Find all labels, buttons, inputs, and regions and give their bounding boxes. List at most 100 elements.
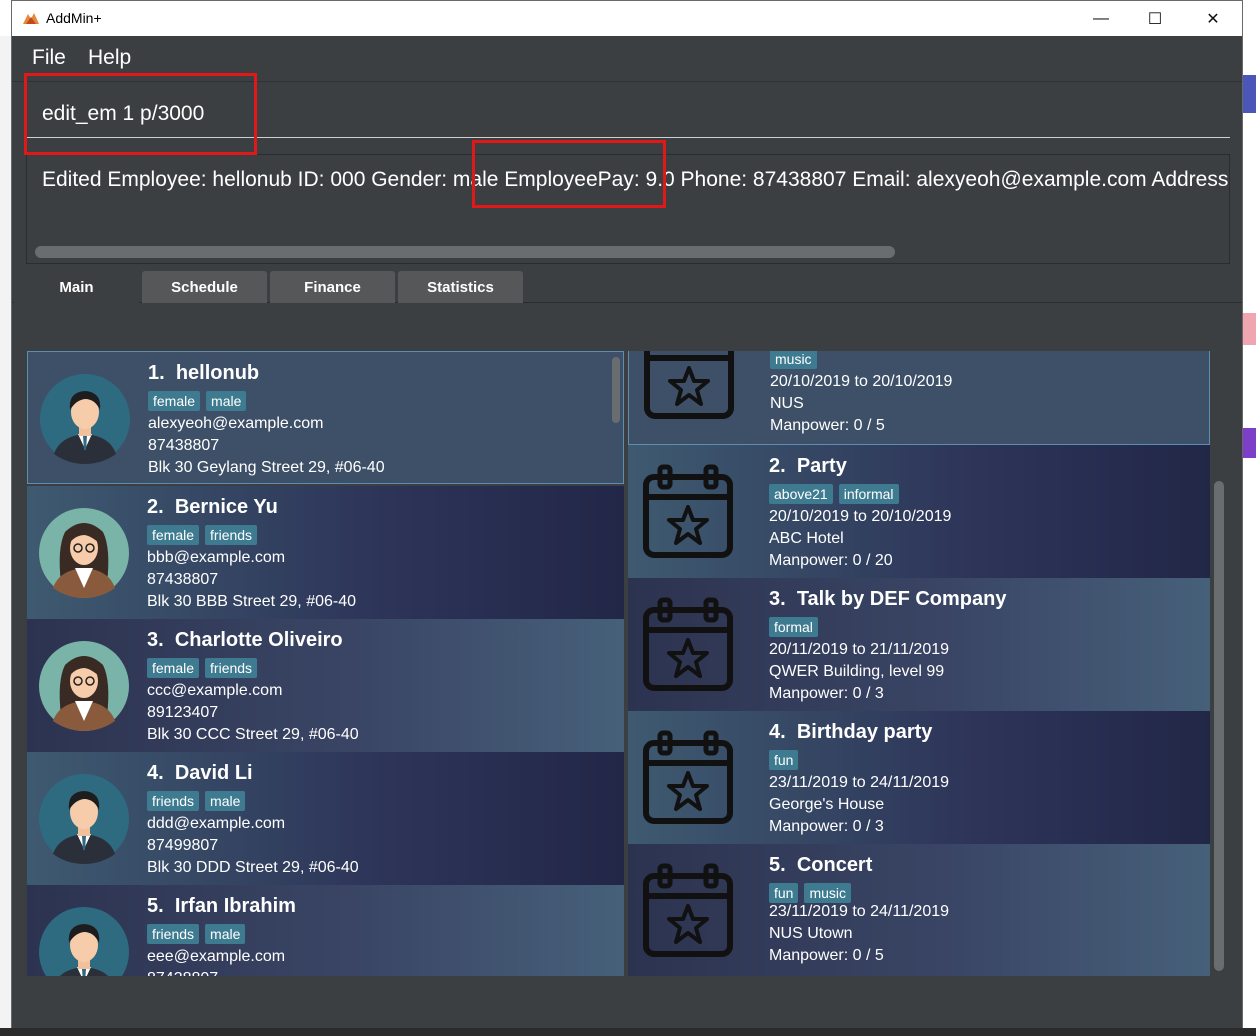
- event-venue: NUS Utown: [769, 925, 853, 942]
- tag: female: [148, 391, 201, 411]
- employee-card[interactable]: 1. hellonub female male alexyeoh@example…: [27, 351, 624, 484]
- highlight-box-employee-pay: [472, 140, 666, 208]
- event-card[interactable]: 3. Talk by DEF Company formal 20/11/2019…: [628, 578, 1210, 711]
- employee-name: 4. David Li: [147, 762, 253, 784]
- tab-schedule[interactable]: Schedule: [142, 271, 267, 303]
- app-logo-icon: [23, 13, 39, 24]
- event-venue: George's House: [769, 796, 885, 813]
- employee-address: Blk 30 Geylang Street 29, #06-40: [148, 459, 385, 476]
- minimize-button[interactable]: —: [1072, 1, 1130, 36]
- event-venue: NUS: [770, 395, 804, 412]
- maximize-button[interactable]: ☐: [1126, 1, 1184, 36]
- event-dates: 20/11/2019 to 21/11/2019: [769, 641, 950, 658]
- female-avatar-icon: [39, 508, 129, 598]
- tag-list: formal: [769, 617, 818, 637]
- employee-card[interactable]: 2. Bernice Yu female friends bbb@example…: [27, 486, 624, 619]
- event-name: 2. Party: [769, 455, 847, 477]
- tab-main[interactable]: Main: [14, 271, 139, 303]
- close-button[interactable]: ✕: [1184, 1, 1242, 36]
- calendar-star-icon: [643, 863, 733, 957]
- event-manpower: Manpower: 0 / 20: [769, 552, 893, 569]
- event-card[interactable]: music 20/10/2019 to 20/10/2019 NUS Manpo…: [628, 351, 1210, 445]
- event-name: 4. Birthday party: [769, 721, 933, 743]
- menu-help[interactable]: Help: [88, 46, 131, 70]
- background-page-right: [1243, 36, 1256, 1036]
- tag: fun: [769, 883, 799, 903]
- tag: male: [206, 391, 247, 411]
- male-avatar-icon: [39, 907, 129, 976]
- employee-email: bbb@example.com: [147, 549, 286, 566]
- event-dates: 23/11/2019 to 24/11/2019: [769, 774, 950, 791]
- calendar-star-icon: [643, 464, 733, 558]
- male-avatar-icon: [40, 374, 130, 464]
- employee-email: eee@example.com: [147, 948, 286, 965]
- tag: male: [205, 791, 246, 811]
- employee-phone: 87438807: [147, 571, 219, 588]
- tag-list: friends male: [147, 924, 246, 944]
- tab-bar: Main Schedule Finance Statistics: [12, 269, 1242, 303]
- event-card[interactable]: 2. Party above21 informal 20/10/2019 to …: [628, 445, 1210, 578]
- event-manpower: Manpower: 0 / 3: [769, 818, 884, 835]
- employee-card[interactable]: 4. David Li friends male ddd@example.com…: [27, 752, 624, 885]
- event-manpower: Manpower: 0 / 5: [769, 947, 884, 964]
- calendar-star-icon: [644, 351, 734, 419]
- tab-statistics[interactable]: Statistics: [398, 271, 523, 303]
- employee-name: 3. Charlotte Oliveiro: [147, 629, 343, 651]
- calendar-star-icon: [643, 730, 733, 824]
- event-manpower: Manpower: 0 / 3: [769, 685, 884, 702]
- event-list-scrollbar[interactable]: [1214, 481, 1224, 971]
- event-dates: 20/10/2019 to 20/10/2019: [770, 373, 953, 390]
- employee-email: alexyeoh@example.com: [148, 415, 324, 432]
- event-card[interactable]: 4. Birthday party fun 23/11/2019 to 24/1…: [628, 711, 1210, 844]
- tag: formal: [769, 617, 818, 637]
- employee-address: Blk 30 BBB Street 29, #06-40: [147, 593, 357, 610]
- employee-phone: 89123407: [147, 704, 219, 721]
- tag: male: [205, 924, 246, 944]
- calendar-star-icon: [643, 597, 733, 691]
- highlight-box-command: [24, 73, 257, 155]
- tag: informal: [838, 484, 899, 504]
- title-bar[interactable]: AddMin+ — ☐ ✕: [12, 1, 1242, 36]
- event-venue: QWER Building, level 99: [769, 663, 945, 680]
- tag: female: [147, 525, 200, 545]
- tab-finance[interactable]: Finance: [270, 271, 395, 303]
- event-manpower: Manpower: 0 / 5: [770, 417, 885, 434]
- event-card[interactable]: 5. Concert fun music 23/11/2019 to 24/11…: [628, 844, 1210, 976]
- window-title: AddMin+: [46, 10, 102, 26]
- employee-card[interactable]: 5. Irfan Ibrahim friends male eee@exampl…: [27, 885, 624, 976]
- horizontal-scrollbar[interactable]: [35, 246, 895, 258]
- tag-list: friends male: [147, 791, 246, 811]
- tag: music: [804, 883, 852, 903]
- tag: friends: [147, 791, 200, 811]
- background-banner-blue: [1243, 75, 1256, 113]
- tag-list: above21 informal: [769, 484, 899, 504]
- employee-email: ccc@example.com: [147, 682, 283, 699]
- background-banner-purple: [1243, 428, 1256, 458]
- close-icon: ✕: [1206, 10, 1220, 28]
- employee-name: 1. hellonub: [148, 362, 260, 384]
- tag-list: fun: [769, 750, 799, 770]
- tag-list: music: [770, 351, 817, 369]
- menu-file[interactable]: File: [32, 46, 66, 70]
- event-list: music 20/10/2019 to 20/10/2019 NUS Manpo…: [628, 351, 1210, 976]
- tag-list: female friends: [147, 658, 258, 678]
- tag: music: [770, 351, 817, 369]
- employee-address: Blk 30 DDD Street 29, #06-40: [147, 859, 359, 876]
- background-banner-pink: [1243, 313, 1256, 345]
- employee-card[interactable]: 3. Charlotte Oliveiro female friends ccc…: [27, 619, 624, 752]
- event-dates: 20/10/2019 to 20/10/2019: [769, 508, 952, 525]
- employee-name: 2. Bernice Yu: [147, 496, 278, 518]
- employee-phone: 87499807: [147, 837, 219, 854]
- taskbar-strip: [0, 1028, 1256, 1036]
- event-name: 3. Talk by DEF Company: [769, 588, 1007, 610]
- male-avatar-icon: [39, 774, 129, 864]
- employee-phone: 87438807: [148, 437, 220, 454]
- tag-list: female friends: [147, 525, 258, 545]
- female-avatar-icon: [39, 641, 129, 731]
- minimize-icon: —: [1093, 9, 1109, 27]
- tag: friends: [205, 658, 258, 678]
- employee-list: 1. hellonub female male alexyeoh@example…: [27, 351, 624, 976]
- employee-list-scrollbar[interactable]: [612, 357, 620, 423]
- employee-name: 5. Irfan Ibrahim: [147, 895, 296, 917]
- employee-email: ddd@example.com: [147, 815, 286, 832]
